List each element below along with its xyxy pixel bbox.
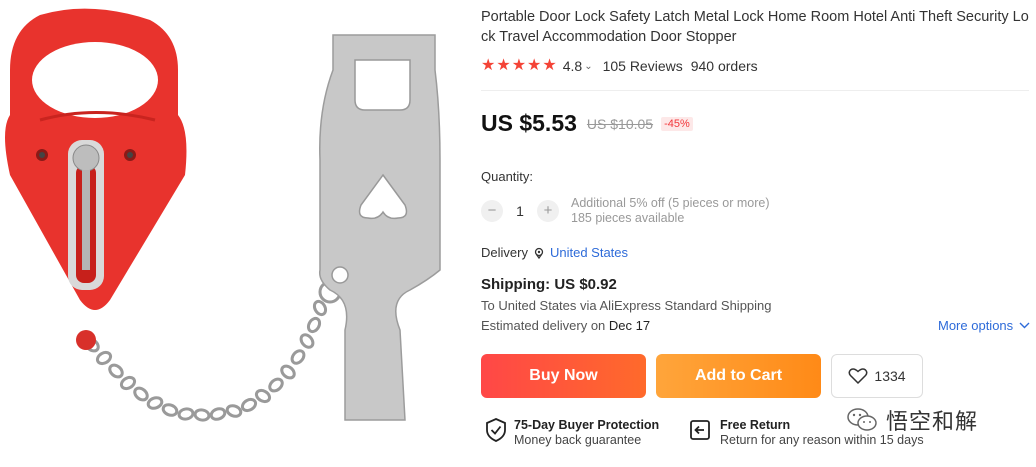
rating-row: ★ ★ ★ ★ ★ 4.8 ⌄ 105 Reviews 940 orders xyxy=(481,58,758,75)
estimated-delivery-label: Estimated delivery on xyxy=(481,318,606,333)
star-icon: ★ xyxy=(527,57,542,74)
reviews-link[interactable]: 105 Reviews xyxy=(603,58,683,74)
star-icon: ★ xyxy=(481,57,496,74)
star-icon: ★ xyxy=(496,57,511,74)
current-price: US $5.53 xyxy=(481,110,577,136)
quantity-info: Additional 5% off (5 pieces or more) 185… xyxy=(571,196,769,226)
shield-check-icon xyxy=(486,418,506,442)
quantity-label: Quantity: xyxy=(481,169,534,184)
rating-stars: ★ ★ ★ ★ ★ xyxy=(481,58,557,74)
wishlist-count: 1334 xyxy=(874,368,906,384)
product-image xyxy=(0,0,470,467)
product-title: Portable Door Lock Safety Latch Metal Lo… xyxy=(481,9,1029,45)
heart-icon xyxy=(848,368,868,385)
delivery-row: Delivery United States xyxy=(481,245,628,260)
estimated-delivery: Estimated delivery on Dec 17 xyxy=(481,318,650,333)
delivery-country-link[interactable]: United States xyxy=(550,245,628,260)
shipping-method: To United States via AliExpress Standard… xyxy=(481,298,772,313)
delivery-label: Delivery xyxy=(481,245,528,260)
return-box-icon xyxy=(690,420,710,440)
protection-subtitle: Money back guarantee xyxy=(514,433,642,447)
stock-available-text: 185 pieces available xyxy=(571,211,685,225)
estimated-delivery-date: Dec 17 xyxy=(608,318,651,333)
orders-count: 940 orders xyxy=(690,58,758,74)
chevron-down-icon[interactable]: ⌄ xyxy=(584,61,592,72)
location-pin-icon xyxy=(534,247,544,259)
divider xyxy=(481,90,1029,91)
add-to-cart-button[interactable]: Add to Cart xyxy=(656,354,821,398)
protection-title: 75-Day Buyer Protection xyxy=(514,418,660,432)
bulk-discount-text: Additional 5% off (5 pieces or more) xyxy=(571,196,770,210)
buyer-protection: 75-Day Buyer Protection Money back guara… xyxy=(486,418,659,448)
price-row: US $5.53 US $10.05 -45% xyxy=(481,110,693,137)
watermark: 悟空和解 xyxy=(846,404,978,436)
more-options-label[interactable]: More options xyxy=(938,318,1013,333)
more-options-link[interactable]: More options xyxy=(938,318,1030,333)
rating-score[interactable]: 4.8 xyxy=(563,58,582,74)
buy-now-button[interactable]: Buy Now xyxy=(481,354,646,398)
discount-badge: -45% xyxy=(661,116,693,131)
quantity-decrease-button[interactable]: − xyxy=(481,200,503,222)
quantity-increase-button[interactable]: + xyxy=(537,200,559,222)
watermark-text: 悟空和解 xyxy=(886,410,979,435)
chevron-down-icon[interactable] xyxy=(1019,322,1030,329)
shipping-price: Shipping: US $0.92 xyxy=(481,276,617,293)
quantity-stepper: − 1 + Additional 5% off (5 pieces or mor… xyxy=(481,196,769,226)
quantity-input[interactable]: 1 xyxy=(503,203,537,219)
original-price: US $10.05 xyxy=(586,115,654,132)
wishlist-button[interactable]: 1334 xyxy=(831,354,923,398)
star-icon: ★ xyxy=(511,57,527,74)
star-icon: ★ xyxy=(542,57,557,74)
wechat-icon xyxy=(847,408,877,431)
